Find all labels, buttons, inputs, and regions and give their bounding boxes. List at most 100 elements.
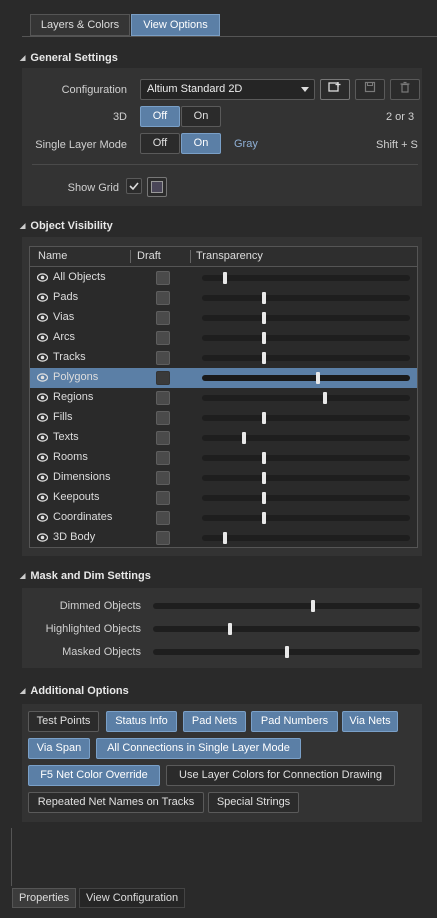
slider-thumb[interactable]	[241, 432, 246, 444]
draft-checkbox[interactable]	[156, 391, 170, 405]
transparency-slider[interactable]	[202, 492, 410, 504]
visibility-row[interactable]: Tracks	[30, 348, 417, 368]
object-visibility-header[interactable]: ◢ Object Visibility	[20, 220, 113, 232]
draft-checkbox[interactable]	[156, 271, 170, 285]
option-toggle-button[interactable]: Use Layer Colors for Connection Drawing	[166, 765, 395, 786]
visibility-row[interactable]: Regions	[30, 388, 417, 408]
slider-thumb[interactable]	[222, 532, 227, 544]
slider-thumb[interactable]	[222, 272, 227, 284]
transparency-slider[interactable]	[202, 352, 410, 364]
visibility-row[interactable]: Keepouts	[30, 488, 417, 508]
draft-checkbox[interactable]	[156, 411, 170, 425]
transparency-slider[interactable]	[202, 472, 410, 484]
draft-checkbox[interactable]	[156, 311, 170, 325]
mask-slider[interactable]	[153, 646, 420, 658]
eye-icon[interactable]	[37, 273, 48, 282]
tab-view-options[interactable]: View Options	[131, 14, 220, 36]
transparency-slider[interactable]	[202, 312, 410, 324]
save-configuration-button[interactable]	[355, 79, 385, 100]
3d-on-button[interactable]: On	[181, 106, 221, 127]
visibility-row[interactable]: Vias	[30, 308, 417, 328]
option-toggle-button[interactable]: F5 Net Color Override	[28, 765, 160, 786]
transparency-slider[interactable]	[202, 332, 410, 344]
slider-thumb[interactable]	[262, 512, 267, 524]
draft-checkbox[interactable]	[156, 511, 170, 525]
eye-icon[interactable]	[37, 473, 48, 482]
option-toggle-button[interactable]: Special Strings	[208, 792, 299, 813]
mask-slider[interactable]	[153, 623, 420, 635]
column-name[interactable]: Name	[38, 250, 67, 262]
tab-view-configuration[interactable]: View Configuration	[79, 888, 186, 908]
slider-thumb[interactable]	[284, 646, 289, 658]
mask-dim-header[interactable]: ◢ Mask and Dim Settings	[20, 570, 151, 582]
draft-checkbox[interactable]	[156, 491, 170, 505]
transparency-slider[interactable]	[202, 292, 410, 304]
slider-thumb[interactable]	[322, 392, 327, 404]
single-layer-gray-option[interactable]: Gray	[234, 138, 258, 150]
option-toggle-button[interactable]: Pad Numbers	[251, 711, 338, 732]
slider-thumb[interactable]	[311, 600, 316, 612]
eye-icon[interactable]	[37, 493, 48, 502]
visibility-row[interactable]: Pads	[30, 288, 417, 308]
visibility-row[interactable]: 3D Body	[30, 528, 417, 548]
eye-icon[interactable]	[37, 353, 48, 362]
visibility-row[interactable]: Polygons	[30, 368, 417, 388]
draft-checkbox[interactable]	[156, 351, 170, 365]
slider-thumb[interactable]	[228, 623, 233, 635]
transparency-slider[interactable]	[202, 512, 410, 524]
show-grid-checkbox[interactable]	[126, 178, 142, 194]
visibility-row[interactable]: Arcs	[30, 328, 417, 348]
transparency-slider[interactable]	[202, 412, 410, 424]
slider-thumb[interactable]	[262, 452, 267, 464]
3d-off-button[interactable]: Off	[140, 106, 180, 127]
tab-layers-colors[interactable]: Layers & Colors	[30, 14, 130, 36]
eye-icon[interactable]	[37, 413, 48, 422]
option-toggle-button[interactable]: Test Points	[28, 711, 99, 732]
general-settings-header[interactable]: ◢ General Settings	[20, 52, 118, 64]
slider-thumb[interactable]	[262, 492, 267, 504]
visibility-row[interactable]: Texts	[30, 428, 417, 448]
draft-checkbox[interactable]	[156, 471, 170, 485]
visibility-row[interactable]: Coordinates	[30, 508, 417, 528]
slider-thumb[interactable]	[262, 312, 267, 324]
single-layer-on-button[interactable]: On	[181, 133, 221, 154]
slider-thumb[interactable]	[262, 292, 267, 304]
eye-icon[interactable]	[37, 513, 48, 522]
draft-checkbox[interactable]	[156, 331, 170, 345]
draft-checkbox[interactable]	[156, 291, 170, 305]
eye-icon[interactable]	[37, 313, 48, 322]
slider-thumb[interactable]	[262, 332, 267, 344]
eye-icon[interactable]	[37, 293, 48, 302]
option-toggle-button[interactable]: Repeated Net Names on Tracks	[28, 792, 204, 813]
eye-icon[interactable]	[37, 333, 48, 342]
transparency-slider[interactable]	[202, 392, 410, 404]
eye-icon[interactable]	[37, 533, 48, 542]
slider-thumb[interactable]	[316, 372, 321, 384]
column-transparency[interactable]: Transparency	[196, 250, 263, 262]
grid-color-swatch[interactable]	[147, 177, 167, 197]
visibility-row[interactable]: Fills	[30, 408, 417, 428]
tab-properties[interactable]: Properties	[12, 888, 77, 908]
eye-icon[interactable]	[37, 453, 48, 462]
draft-checkbox[interactable]	[156, 531, 170, 545]
transparency-slider[interactable]	[202, 372, 410, 384]
transparency-slider[interactable]	[202, 452, 410, 464]
mask-slider[interactable]	[153, 600, 420, 612]
eye-icon[interactable]	[37, 433, 48, 442]
option-toggle-button[interactable]: All Connections in Single Layer Mode	[96, 738, 301, 759]
slider-thumb[interactable]	[262, 352, 267, 364]
delete-configuration-button[interactable]	[390, 79, 420, 100]
option-toggle-button[interactable]: Pad Nets	[183, 711, 246, 732]
eye-icon[interactable]	[37, 373, 48, 382]
visibility-row[interactable]: Dimensions	[30, 468, 417, 488]
transparency-slider[interactable]	[202, 272, 410, 284]
additional-options-header[interactable]: ◢ Additional Options	[20, 685, 129, 697]
single-layer-off-button[interactable]: Off	[140, 133, 180, 154]
visibility-row[interactable]: Rooms	[30, 448, 417, 468]
draft-checkbox[interactable]	[156, 451, 170, 465]
option-toggle-button[interactable]: Via Span	[28, 738, 90, 759]
visibility-row[interactable]: All Objects	[30, 268, 417, 288]
eye-icon[interactable]	[37, 393, 48, 402]
option-toggle-button[interactable]: Status Info	[106, 711, 177, 732]
slider-thumb[interactable]	[262, 472, 267, 484]
